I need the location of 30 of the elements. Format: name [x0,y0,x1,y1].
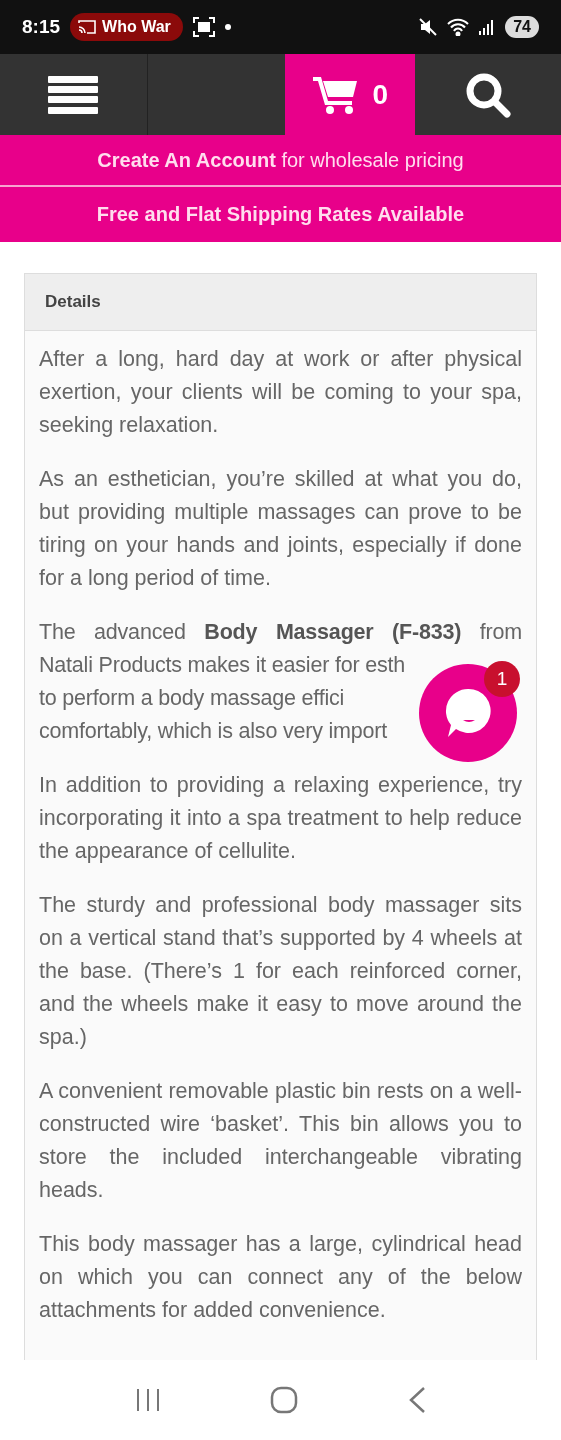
cast-icon [78,19,97,35]
cart-button[interactable]: 0 [285,54,416,135]
back-icon[interactable] [408,1386,427,1414]
paragraph-line: Natali Products makes it easier for esth [39,652,405,679]
cart-icon [312,74,359,115]
details-heading: Details [25,274,536,331]
battery-level: 74 [505,16,539,38]
description-paragraph: After a long, hard day at work or after physical exertion, your clients will be coming to your spa, seeking relaxation. [39,346,522,439]
description-paragraph: As an esthetician, you’re skilled at what you do, but providing multiple massages can prove to be tiring on your hands and joints, especially if done for a long period of time. [39,466,522,592]
paragraph-line: to perform a body massage effici [39,685,345,712]
shipping-promo-text: Free and Flat Shipping Rates Available [0,187,561,242]
paragraph-line: The advanced Body Massager (F-833) from [39,619,522,646]
description-paragraph: A convenient removable plastic bin rests on a well-constructed wire ‘basket’. This bin allows you to store the included interchangeable vibrating heads. [39,1078,522,1204]
chat-bubble-icon [443,687,493,739]
description-paragraph: The sturdy and professional body massager sits on a vertical stand that’s supported by 4 wheels at the base. (There’s 1 for each reinforced corner, and the wheels make it easy to move around the spa.) [39,892,522,1051]
signal-icon [479,19,496,35]
recent-apps-icon[interactable] [134,1387,161,1413]
paragraph-line: comfortably, which is also very import [39,718,388,745]
clock-time: 8:15 [22,16,61,38]
cast-notification-pill[interactable]: Who War [70,13,183,41]
description-paragraph: This body massager has a large, cylindrical head on which you can connect any of the below attachments for added convenience. [39,1231,522,1324]
wifi-icon [447,18,470,36]
menu-icon[interactable] [48,75,99,114]
description-paragraph: In addition to providing a relaxing experience, try incorporating it into a spa treatment to help reduce the appearance of cellulite. [39,772,522,865]
search-icon[interactable] [465,71,512,118]
account-promo-text[interactable]: Create An Account for wholesale pricing [0,135,561,187]
mute-icon [419,18,438,36]
home-icon[interactable] [270,1386,299,1414]
dot-icon [224,24,231,30]
screenshot-icon [192,17,215,37]
